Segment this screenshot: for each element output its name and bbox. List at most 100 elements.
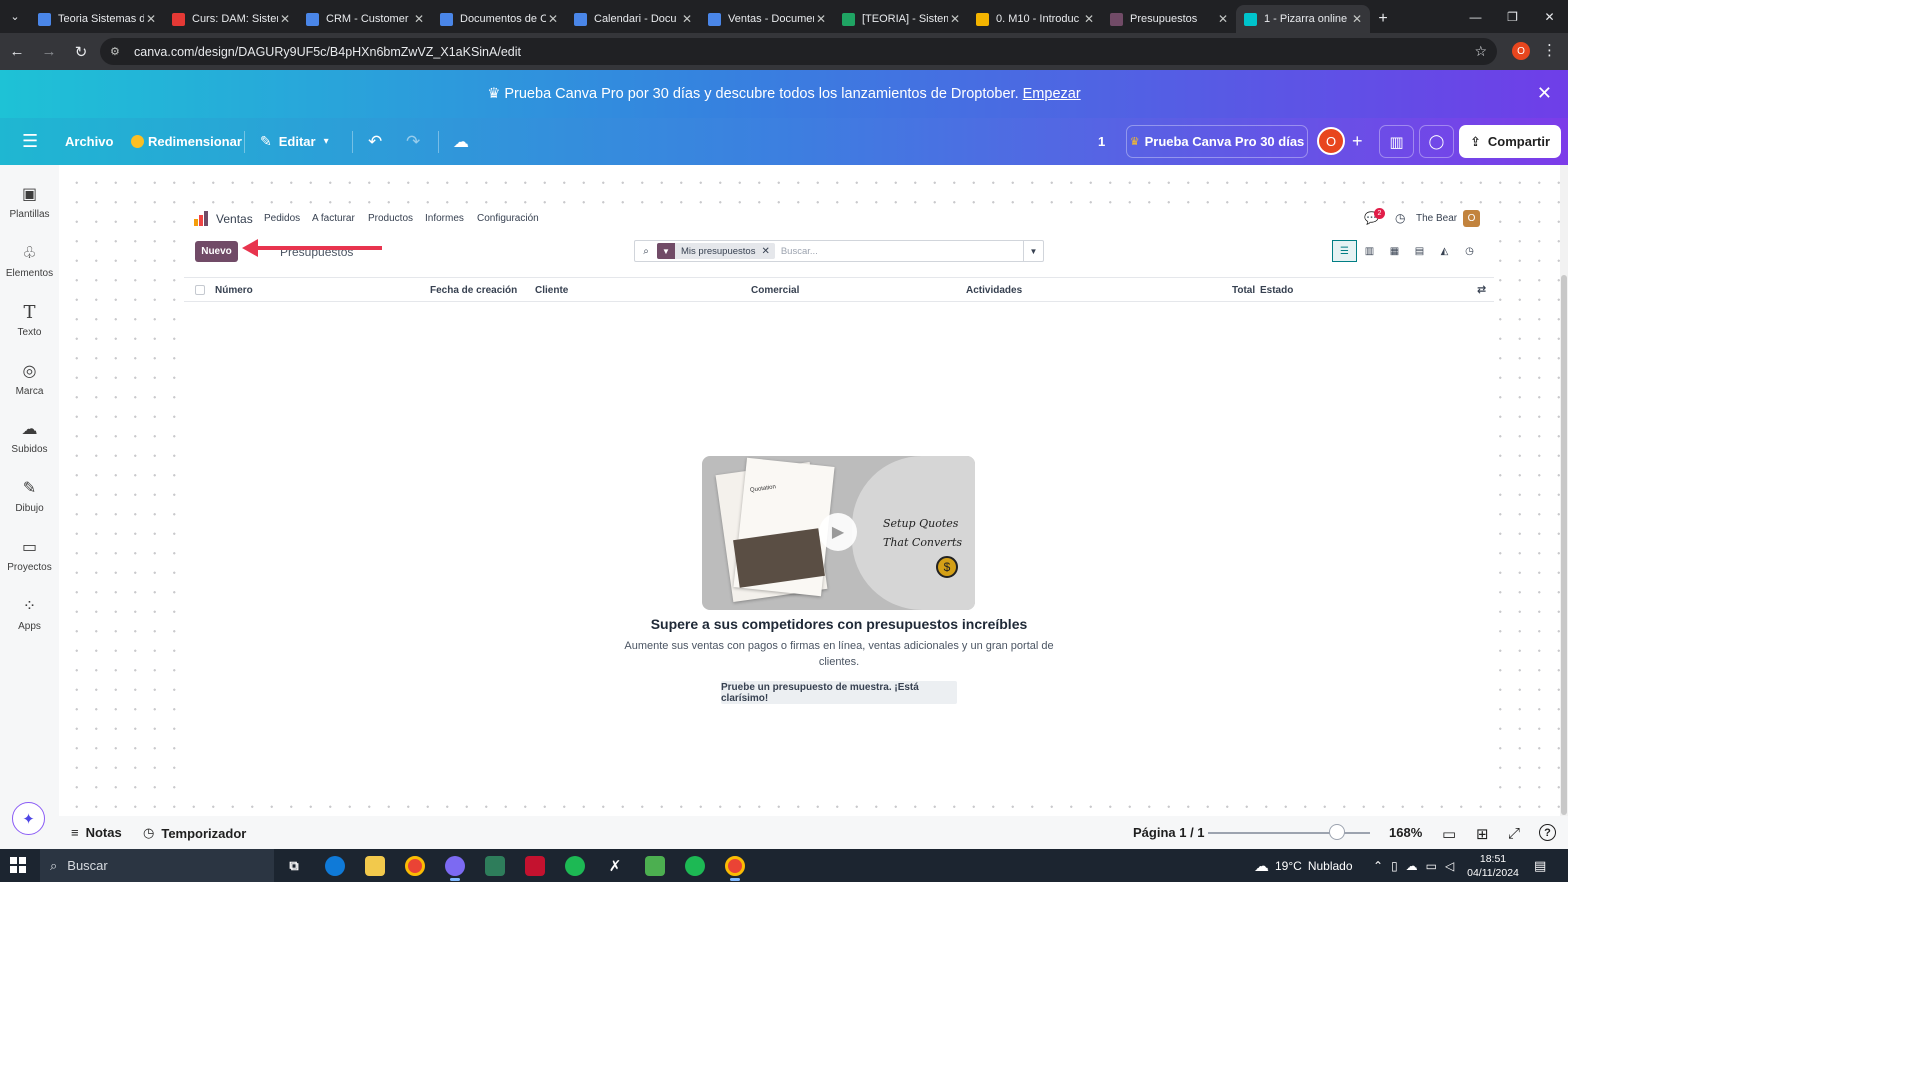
- chrome-icon[interactable]: [725, 856, 745, 876]
- company-name[interactable]: The Bear: [1416, 213, 1457, 224]
- list-view-icon[interactable]: ☰: [1332, 240, 1357, 262]
- browser-tab[interactable]: Ventas - Documer ✕: [700, 5, 834, 33]
- resize-button[interactable]: Redimensionar: [131, 118, 242, 165]
- notification-icon[interactable]: ▤: [1534, 849, 1546, 882]
- chevron-up-icon[interactable]: ⌃: [1373, 859, 1383, 873]
- add-collaborator-icon[interactable]: +: [1352, 118, 1363, 165]
- spotify-icon[interactable]: [685, 856, 705, 876]
- avatar[interactable]: O: [1317, 127, 1345, 155]
- promo-link[interactable]: Empezar: [1023, 86, 1081, 102]
- kanban-view-icon[interactable]: ▥: [1357, 240, 1382, 262]
- calendar-view-icon[interactable]: ▦: [1382, 240, 1407, 262]
- sidebar-item-plantillas[interactable]: ▣ Plantillas: [0, 182, 59, 232]
- tray-app-icon[interactable]: ▯: [1391, 859, 1398, 873]
- tab-close-icon[interactable]: ✕: [1350, 12, 1364, 26]
- menu-item-informes[interactable]: Informes: [425, 213, 464, 224]
- user-avatar[interactable]: O: [1463, 210, 1480, 227]
- comment-icon[interactable]: ◯: [1419, 125, 1454, 158]
- minimize-icon[interactable]: —: [1457, 0, 1494, 33]
- search-options-chevron-icon[interactable]: ▼: [1023, 241, 1043, 261]
- forward-icon[interactable]: →: [34, 37, 64, 67]
- weather-widget[interactable]: ☁ 19°C Nublado: [1254, 849, 1353, 882]
- spotify-icon[interactable]: [565, 856, 585, 876]
- browser-tab[interactable]: Curs: DAM: Sistem ✕: [164, 5, 298, 33]
- browser-tab[interactable]: Teoria Sistemas de ✕: [30, 5, 164, 33]
- column-fecha-creacion[interactable]: Fecha de creación: [430, 285, 517, 296]
- task-view-icon[interactable]: ⧉: [284, 856, 304, 876]
- new-button[interactable]: Nuevo: [195, 241, 238, 262]
- browser-tab[interactable]: 0. M10 - Introduc ✕: [968, 5, 1102, 33]
- windows-start-icon[interactable]: [10, 857, 26, 873]
- tab-close-icon[interactable]: ✕: [680, 12, 694, 26]
- column-estado[interactable]: Estado: [1260, 285, 1293, 296]
- page-count[interactable]: 1: [1098, 118, 1105, 165]
- address-bar[interactable]: ⚙ canva.com/design/DAGURy9UF5c/B4pHXn6bm…: [100, 38, 1497, 65]
- tab-search-icon[interactable]: ⌄: [0, 0, 30, 33]
- column-numero[interactable]: Número: [215, 285, 253, 296]
- fullscreen-icon[interactable]: ⤢: [1508, 825, 1520, 842]
- tab-close-icon[interactable]: ✕: [144, 12, 158, 26]
- column-total[interactable]: Total: [1232, 285, 1255, 296]
- chrome-icon[interactable]: [405, 856, 425, 876]
- filter-facet[interactable]: ▼ Mis presupuestos ✕: [657, 243, 775, 259]
- tab-close-icon[interactable]: ✕: [948, 12, 962, 26]
- sidebar-item-marca[interactable]: ◎ Marca: [0, 359, 59, 409]
- menu-item-pedidos[interactable]: Pedidos: [264, 213, 300, 224]
- browser-tab[interactable]: [TEORIA] - Sistem ✕: [834, 5, 968, 33]
- timer-button[interactable]: ◷ Temporizador: [143, 825, 246, 841]
- site-info-icon[interactable]: ⚙: [110, 45, 124, 59]
- browser-menu-icon[interactable]: ⋮: [1542, 41, 1557, 59]
- profile-avatar[interactable]: O: [1512, 42, 1530, 60]
- search-input[interactable]: Buscar...: [781, 246, 1023, 257]
- browser-tab[interactable]: CRM - Customer R ✕: [298, 5, 432, 33]
- new-tab-button[interactable]: +: [1370, 5, 1396, 33]
- close-icon[interactable]: ✕: [1537, 83, 1552, 104]
- promo-video-thumbnail[interactable]: Quotation ▶ Setup Quotes That Converts $: [702, 456, 975, 610]
- column-actividades[interactable]: Actividades: [966, 285, 1022, 296]
- menu-item-productos[interactable]: Productos: [368, 213, 413, 224]
- tab-close-icon[interactable]: ✕: [1082, 12, 1096, 26]
- tab-close-icon[interactable]: ✕: [278, 12, 292, 26]
- trial-button[interactable]: ♛ Prueba Canva Pro 30 días: [1126, 125, 1308, 158]
- column-comercial[interactable]: Comercial: [751, 285, 799, 296]
- search-bar[interactable]: ⌕ ▼ Mis presupuestos ✕ Buscar... ▼: [634, 240, 1044, 262]
- app-icon[interactable]: [485, 856, 505, 876]
- browser-tab[interactable]: Calendari - Docu ✕: [566, 5, 700, 33]
- remove-facet-icon[interactable]: ✕: [761, 246, 774, 257]
- edge-icon[interactable]: [325, 856, 345, 876]
- sidebar-item-texto[interactable]: T Texto: [0, 300, 59, 350]
- sample-quotation-button[interactable]: Pruebe un presupuesto de muestra. ¡Está …: [721, 681, 957, 704]
- optional-columns-icon[interactable]: ⇄: [1477, 283, 1486, 296]
- sidebar-item-elementos[interactable]: ♧ Elementos: [0, 241, 59, 291]
- notes-button[interactable]: ≡ Notas: [71, 825, 122, 840]
- network-icon[interactable]: ▭: [1426, 859, 1437, 873]
- restore-icon[interactable]: ❐: [1494, 0, 1531, 33]
- help-icon[interactable]: ?: [1539, 824, 1556, 841]
- analytics-icon[interactable]: ▥: [1379, 125, 1414, 158]
- graph-view-icon[interactable]: ◭: [1432, 240, 1457, 262]
- close-window-icon[interactable]: ✕: [1531, 0, 1568, 33]
- canvas-scrollbar[interactable]: [1560, 165, 1568, 816]
- file-explorer-icon[interactable]: [365, 856, 385, 876]
- minecraft-icon[interactable]: [645, 856, 665, 876]
- page-indicator[interactable]: Página 1 / 1: [1133, 825, 1205, 840]
- share-button[interactable]: ⇪ Compartir: [1459, 125, 1561, 158]
- column-cliente[interactable]: Cliente: [535, 285, 568, 296]
- cloud-save-icon[interactable]: ☁: [453, 118, 469, 165]
- zoom-slider-track[interactable]: [1208, 832, 1370, 834]
- reload-icon[interactable]: ↻: [66, 37, 96, 67]
- sidebar-item-proyectos[interactable]: ▭ Proyectos: [0, 535, 59, 585]
- app-icon[interactable]: ✗: [605, 856, 625, 876]
- bookmark-star-icon[interactable]: ☆: [1474, 43, 1487, 60]
- magic-assistant-icon[interactable]: ✦: [12, 802, 45, 835]
- zoom-level[interactable]: 168%: [1389, 825, 1422, 840]
- sidebar-item-apps[interactable]: ⁘ Apps: [0, 594, 59, 644]
- browser-tab[interactable]: Presupuestos ✕: [1102, 5, 1236, 33]
- tab-close-icon[interactable]: ✕: [814, 12, 828, 26]
- activity-view-icon[interactable]: ◷: [1457, 240, 1482, 262]
- hamburger-menu-icon[interactable]: ☰: [22, 118, 38, 165]
- grid-view-icon[interactable]: ⊞: [1476, 825, 1489, 843]
- tab-close-icon[interactable]: ✕: [412, 12, 426, 26]
- back-icon[interactable]: ←: [2, 37, 32, 67]
- menu-item-a-facturar[interactable]: A facturar: [312, 213, 355, 224]
